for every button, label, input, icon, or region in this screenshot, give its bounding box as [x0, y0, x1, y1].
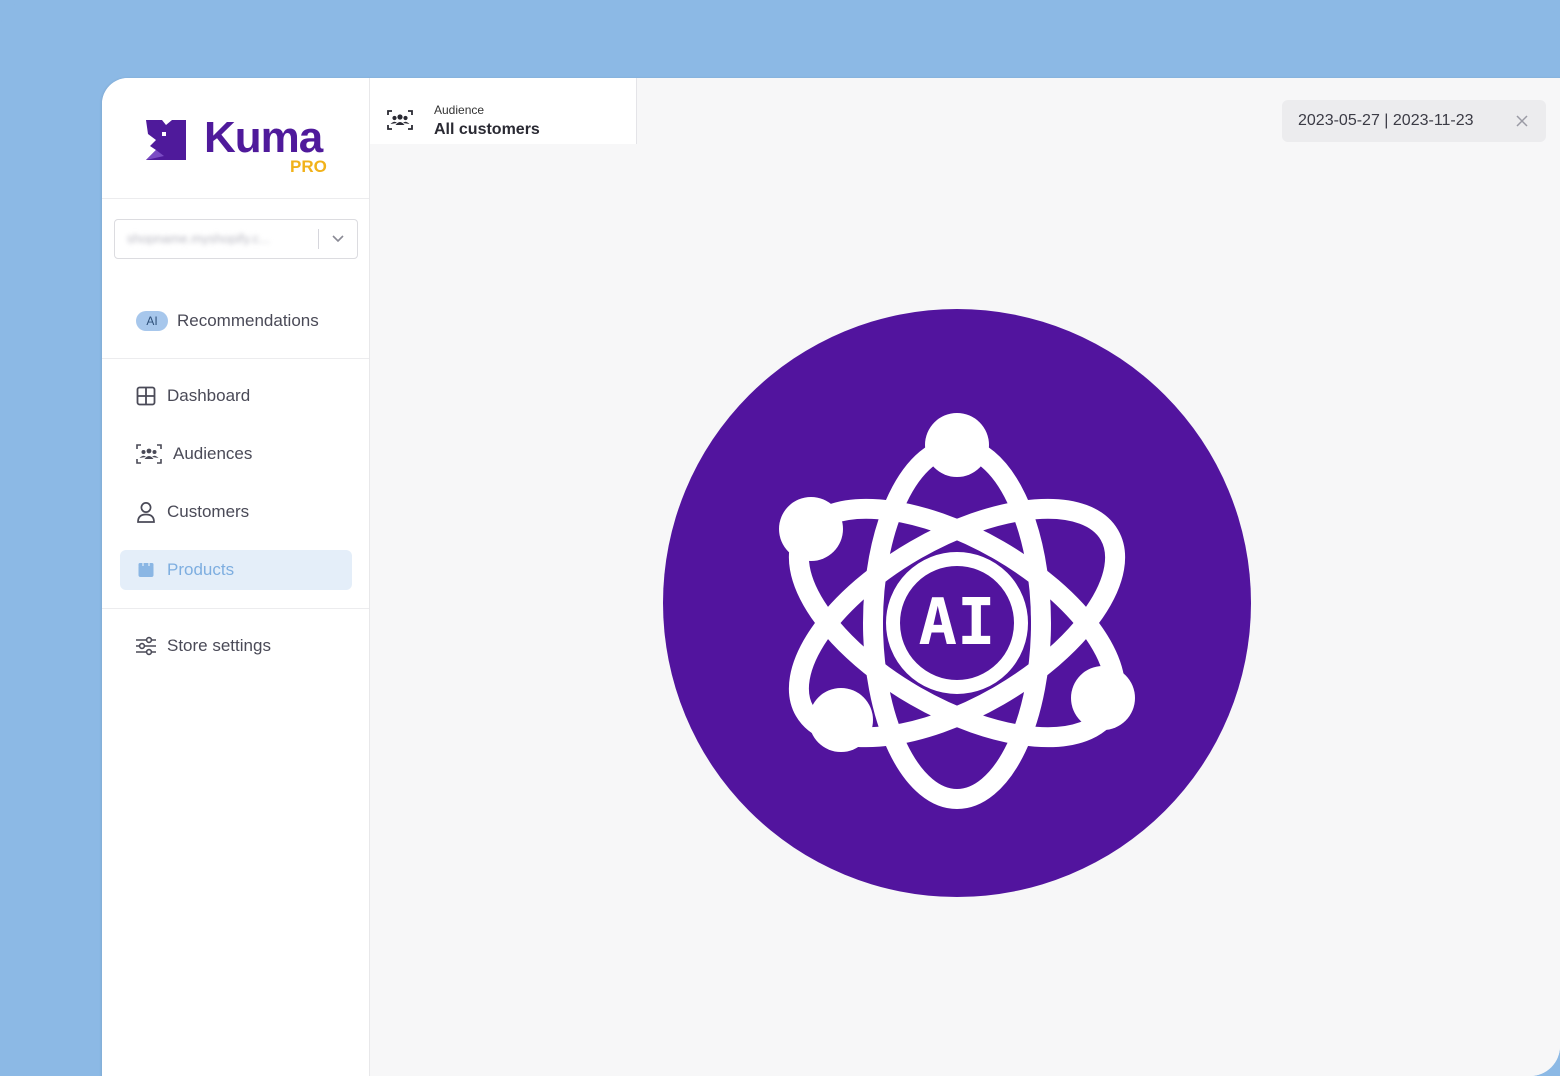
date-range-picker[interactable]: 2023-05-27 | 2023-11-23 — [1282, 100, 1546, 142]
select-divider — [318, 229, 319, 249]
divider — [102, 358, 369, 359]
ai-text: AI — [918, 586, 995, 660]
nav-dashboard[interactable]: Dashboard — [120, 376, 352, 416]
kuma-logo-icon — [146, 120, 186, 160]
nav-customers-label: Customers — [167, 502, 250, 521]
nav-products[interactable]: Products — [120, 550, 352, 590]
logo[interactable]: Kuma PRO — [102, 78, 369, 199]
audience-selector[interactable]: Audience All customers — [370, 78, 637, 144]
store-select[interactable]: shopname.myshopify.c... — [114, 219, 358, 259]
main-content: Audience All customers 2023-05-27 | 2023… — [370, 78, 1560, 1076]
store-select-value: shopname.myshopify.c... — [127, 231, 270, 245]
backdrop: Kuma PRO shopname.myshopify.c... AI Reco… — [0, 0, 1560, 1076]
date-range-text: 2023-05-27 | 2023-11-23 — [1298, 112, 1474, 129]
nav-audiences[interactable]: Audiences — [120, 434, 352, 474]
audience-icon — [387, 110, 413, 130]
audience-icon — [135, 443, 163, 465]
audience-value: All customers — [434, 121, 540, 138]
box-icon — [135, 559, 157, 581]
logo-wordmark: Kuma — [204, 113, 323, 162]
grid-icon — [135, 385, 157, 407]
nav-customers[interactable]: Customers — [120, 492, 352, 532]
sidebar: Kuma PRO shopname.myshopify.c... AI Reco… — [102, 78, 370, 1076]
close-icon[interactable] — [1514, 113, 1530, 129]
nav-store-settings-label: Store settings — [167, 636, 271, 655]
audience-label: Audience — [434, 103, 485, 117]
user-icon — [135, 501, 157, 523]
nav-store-settings[interactable]: Store settings — [120, 626, 352, 666]
ai-pill: AI — [136, 311, 168, 331]
topbar: Audience All customers 2023-05-27 | 2023… — [370, 78, 1560, 144]
ai-hero-badge: AI — [663, 309, 1251, 897]
atom-ai-icon: AI — [779, 413, 1135, 809]
nav-audiences-label: Audiences — [173, 444, 253, 463]
nav-recommendations-label: Recommendations — [177, 311, 319, 330]
chevron-down-icon — [332, 235, 344, 243]
nav-recommendations[interactable]: AI Recommendations — [120, 301, 352, 341]
sliders-icon — [135, 635, 157, 657]
divider — [102, 608, 369, 609]
logo-pro-badge: PRO — [290, 157, 327, 176]
nav-dashboard-label: Dashboard — [167, 386, 251, 405]
app-window: Kuma PRO shopname.myshopify.c... AI Reco… — [102, 78, 1560, 1076]
nav-products-label: Products — [167, 560, 235, 579]
